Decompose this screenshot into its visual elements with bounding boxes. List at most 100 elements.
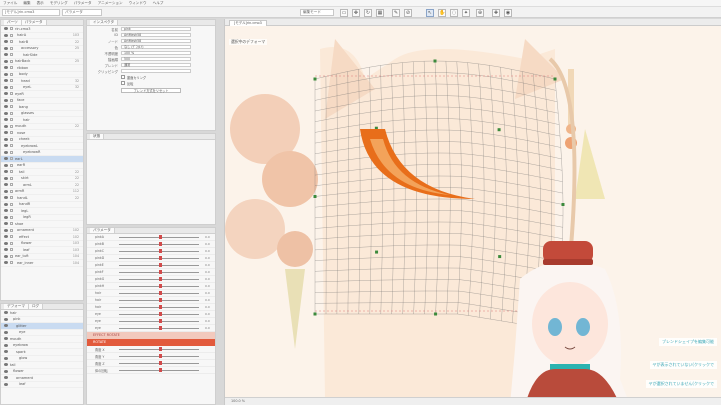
- eye-icon[interactable]: [4, 124, 8, 128]
- zoom-icon[interactable]: ⊕: [476, 9, 484, 17]
- parameter-slider[interactable]: [119, 368, 199, 372]
- param-group-rotate[interactable]: ROTATE: [87, 339, 215, 346]
- lock-icon[interactable]: [10, 196, 13, 200]
- lock-icon[interactable]: [10, 170, 13, 174]
- eye-icon[interactable]: [4, 111, 8, 115]
- slider-knob[interactable]: [159, 284, 162, 288]
- lock-icon[interactable]: [10, 235, 13, 239]
- eye-icon[interactable]: [4, 46, 8, 50]
- slider-knob[interactable]: [159, 326, 162, 330]
- zoom-level[interactable]: 100.0 %: [231, 399, 245, 403]
- param-group-effect[interactable]: EFFECT ROTATE: [87, 332, 215, 339]
- eye-icon[interactable]: [4, 40, 8, 44]
- mesh-handle[interactable]: [497, 128, 501, 132]
- eye-icon[interactable]: [4, 324, 8, 328]
- lock-icon[interactable]: [10, 202, 13, 206]
- lock-icon[interactable]: [10, 183, 13, 187]
- eye-icon[interactable]: [4, 27, 8, 31]
- eye-icon[interactable]: [4, 241, 8, 245]
- lock-icon[interactable]: [10, 248, 13, 252]
- parameter-slider[interactable]: [119, 249, 199, 253]
- parameter-slider[interactable]: [119, 256, 199, 260]
- eye-icon[interactable]: [4, 144, 8, 148]
- eye-icon[interactable]: [4, 228, 8, 232]
- parameter-slider[interactable]: [119, 291, 199, 295]
- lock-icon[interactable]: [10, 72, 13, 76]
- eye-icon[interactable]: [4, 248, 8, 252]
- brush-icon[interactable]: ✎: [392, 9, 400, 17]
- inspector-value[interactable]: 100 %: [121, 50, 191, 56]
- menu-item[interactable]: モデリング: [50, 1, 68, 6]
- hand-icon[interactable]: ✋: [438, 9, 446, 17]
- lock-icon[interactable]: [10, 131, 13, 135]
- slider-knob[interactable]: [159, 291, 162, 295]
- tab-parts[interactable]: パーツ: [4, 20, 22, 25]
- parameter-slider[interactable]: [119, 277, 199, 281]
- parameter-slider[interactable]: [119, 270, 199, 274]
- slider-knob[interactable]: [159, 319, 162, 323]
- file-field[interactable]: [モデル]rin.cmo3: [2, 9, 60, 16]
- reset-blend-button[interactable]: ブレンド方式をリセット: [121, 88, 181, 93]
- mesh-handle[interactable]: [561, 203, 565, 206]
- inspector-value[interactable]: ArtMesh58: [121, 38, 191, 44]
- lock-icon[interactable]: [10, 176, 13, 180]
- eye-icon[interactable]: [4, 376, 8, 380]
- parameter-slider[interactable]: [119, 242, 199, 246]
- inspector-value[interactable]: [121, 68, 191, 74]
- menu-item[interactable]: パラメータ: [74, 1, 92, 6]
- menu-item[interactable]: 表示: [37, 1, 44, 6]
- pin-icon[interactable]: ✚: [492, 9, 500, 17]
- menu-item[interactable]: 編集: [23, 1, 30, 6]
- slider-knob[interactable]: [159, 263, 162, 267]
- parameter-slider[interactable]: [119, 319, 199, 323]
- parameter-slider[interactable]: [119, 263, 199, 267]
- inspector-value[interactable]: ArtMesh58: [121, 32, 191, 38]
- slider-knob[interactable]: [159, 270, 162, 274]
- eye-icon[interactable]: [4, 311, 8, 315]
- eye-icon[interactable]: [4, 183, 8, 187]
- lock-icon[interactable]: [10, 105, 13, 109]
- lock-icon[interactable]: [10, 33, 13, 37]
- eye-icon[interactable]: [4, 202, 8, 206]
- tab-state[interactable]: 状態: [90, 134, 105, 139]
- lock-icon[interactable]: [10, 124, 13, 128]
- mesh-handle[interactable]: [313, 77, 317, 81]
- lock-icon[interactable]: [10, 27, 13, 31]
- eye-icon[interactable]: [4, 222, 8, 226]
- lock-icon[interactable]: [10, 40, 13, 44]
- parameter-slider[interactable]: [119, 347, 199, 351]
- menu-item[interactable]: ウィンドウ: [129, 1, 147, 6]
- slider-knob[interactable]: [159, 242, 162, 246]
- lock-icon[interactable]: [10, 79, 13, 83]
- inspector-value[interactable]: 通常: [121, 62, 191, 68]
- eye-icon[interactable]: [4, 254, 8, 258]
- inspector-value[interactable]: 500: [121, 56, 191, 62]
- lock-icon[interactable]: [10, 222, 13, 226]
- lock-icon[interactable]: [10, 254, 13, 258]
- lock-icon[interactable]: [10, 150, 13, 154]
- eye-icon[interactable]: [4, 337, 8, 341]
- mesh-handle[interactable]: [313, 195, 317, 198]
- canvas-viewport[interactable]: [モデル]rin.cmo3 選択中のデフォーマ 100.0 %: [224, 19, 721, 405]
- eye-icon[interactable]: [4, 261, 8, 265]
- slider-knob[interactable]: [159, 354, 162, 358]
- camera-icon[interactable]: ◉: [504, 9, 512, 17]
- eye-icon[interactable]: [4, 209, 8, 213]
- slider-knob[interactable]: [159, 312, 162, 316]
- lock-icon[interactable]: [10, 163, 13, 167]
- eye-icon[interactable]: [4, 382, 8, 386]
- lock-icon[interactable]: [10, 137, 13, 141]
- eye-icon[interactable]: [4, 330, 8, 334]
- lock-icon[interactable]: [10, 189, 13, 193]
- mesh-icon[interactable]: ▦: [376, 9, 384, 17]
- lock-icon[interactable]: [10, 53, 13, 57]
- eye-icon[interactable]: [4, 92, 8, 96]
- tab-parameters[interactable]: パラメータ: [90, 228, 115, 233]
- lock-icon[interactable]: [10, 157, 13, 161]
- eye-icon[interactable]: [4, 131, 8, 135]
- cull-checkbox[interactable]: [121, 75, 125, 79]
- pointer-icon[interactable]: ↖: [426, 9, 434, 17]
- mesh-handle[interactable]: [498, 255, 502, 259]
- tab-inspector[interactable]: インスペクタ: [90, 20, 119, 25]
- eye-icon[interactable]: [4, 98, 8, 102]
